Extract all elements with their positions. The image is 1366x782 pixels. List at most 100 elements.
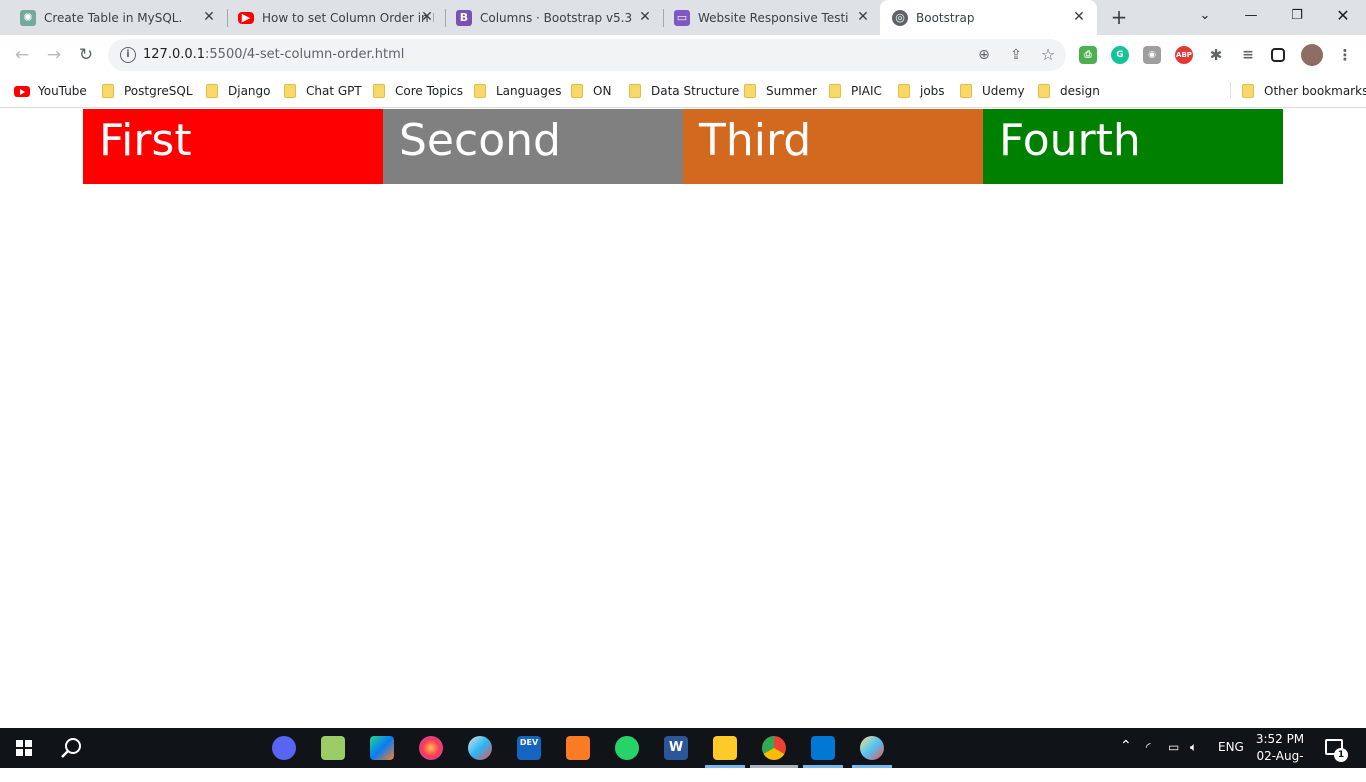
menu-kebab-icon[interactable]: ⋮: [1336, 46, 1354, 64]
taskbar-clock[interactable]: 3:52 PM 02-Aug-23: [1250, 731, 1310, 782]
jetbrains-icon[interactable]: [370, 736, 394, 760]
tab-create-table[interactable]: ✺ Create Table in MySQL. ✕: [0, 0, 227, 35]
forward-button[interactable]: →: [42, 43, 66, 67]
bookmark-design[interactable]: design: [1038, 82, 1100, 100]
chrome-icon[interactable]: [762, 736, 786, 760]
bookmark-other[interactable]: Other bookmarks: [1242, 82, 1366, 100]
volume-icon[interactable]: 🔈︎: [1190, 740, 1197, 755]
bookmark-label: Chat GPT: [306, 84, 362, 98]
column-third: Third: [683, 109, 983, 184]
clock-date: 02-Aug-23: [1256, 749, 1304, 780]
bookmark-udemy[interactable]: Udemy: [960, 82, 1025, 100]
url-text[interactable]: 127.0.0.1:5500/4-set-column-order.html: [143, 47, 404, 62]
tab-title: Website Responsive Testing Tool: [698, 10, 848, 25]
back-button[interactable]: ←: [10, 43, 34, 67]
whatsapp-icon[interactable]: [615, 736, 639, 760]
close-icon[interactable]: ✕: [201, 9, 217, 25]
tab-responsive-testing[interactable]: ▭ Website Responsive Testing Tool ✕: [654, 0, 881, 35]
notepad-plus-icon[interactable]: [321, 736, 345, 760]
tab-title: How to set Column Order in Bootstrap: [262, 10, 434, 25]
bookmark-languages[interactable]: Languages: [474, 82, 561, 100]
xampp-icon[interactable]: [566, 736, 590, 760]
tab-search-button[interactable]: ⌄: [1190, 4, 1220, 28]
bookmark-label: Data Structure: [651, 84, 740, 98]
folder-icon: [206, 84, 218, 98]
bookmark-youtube[interactable]: YouTube: [14, 82, 87, 100]
folder-icon: [474, 84, 486, 98]
notification-count-badge: 1: [1334, 748, 1348, 762]
bookmark-django[interactable]: Django: [206, 82, 271, 100]
printer-extension-icon[interactable]: ⎙: [1079, 46, 1097, 64]
bookmark-postgresql[interactable]: PostgreSQL: [102, 82, 193, 100]
dev-cpp-icon[interactable]: DEV: [517, 736, 541, 760]
tab-title: Columns · Bootstrap v5.3: [480, 10, 633, 25]
bookmark-chat-gpt[interactable]: Chat GPT: [284, 82, 362, 100]
vscode-icon[interactable]: [811, 736, 835, 760]
bookmark-label: PostgreSQL: [124, 84, 193, 98]
bookmarks-divider: [1230, 82, 1231, 98]
bookmark-on[interactable]: ON: [571, 82, 611, 100]
windows-taskbar: DEV W ⌃ ◜ ▭ 🔈︎ ENG 3:52 PM 02-Aug-23 1: [0, 728, 1366, 780]
column-row: First Second Third Fourth: [83, 109, 1283, 184]
battery-icon[interactable]: ▭: [1168, 740, 1179, 754]
adblock-extension-icon[interactable]: ABP: [1175, 46, 1193, 64]
folder-icon: [373, 84, 385, 98]
bookmark-label: Django: [228, 84, 271, 98]
folder-icon: [898, 84, 910, 98]
tab-title: Create Table in MySQL.: [44, 10, 183, 25]
camera-extension-icon[interactable]: ◉: [1143, 46, 1161, 64]
url-path: :5500/4-set-column-order.html: [205, 47, 405, 62]
restore-button[interactable]: ❐: [1282, 4, 1312, 28]
tab-bootstrap-columns[interactable]: B Columns · Bootstrap v5.3 ✕: [436, 0, 663, 35]
profile-avatar[interactable]: [1301, 44, 1323, 66]
close-icon[interactable]: ✕: [419, 9, 435, 25]
folder-icon: [1038, 84, 1050, 98]
firefox-icon[interactable]: [419, 736, 443, 760]
globe-icon: ◎: [892, 9, 908, 26]
paint-icon[interactable]: [860, 736, 884, 760]
tab-column-order-video[interactable]: ▶ How to set Column Order in Bootstrap ✕: [218, 0, 445, 35]
bookmark-piaic[interactable]: PIAIC: [829, 82, 882, 100]
bookmark-jobs[interactable]: jobs: [898, 82, 945, 100]
tab-bootstrap-active[interactable]: ◎ Bootstrap ✕: [880, 0, 1097, 35]
close-icon[interactable]: ✕: [855, 9, 871, 25]
close-icon[interactable]: ✕: [1071, 9, 1087, 25]
bookmark-data-structure[interactable]: Data Structure: [629, 82, 739, 100]
new-tab-button[interactable]: +: [1108, 6, 1130, 28]
share-icon[interactable]: ⇪: [1006, 45, 1026, 65]
minimize-button[interactable]: —: [1236, 4, 1266, 28]
bookmark-label: PIAIC: [851, 84, 882, 98]
bookmark-star-icon[interactable]: ☆: [1038, 45, 1058, 65]
bookmark-summer[interactable]: Summer: [744, 82, 817, 100]
bootstrap-icon: B: [456, 9, 472, 26]
windows-start-icon[interactable]: [16, 740, 32, 756]
address-bar[interactable]: i 127.0.0.1:5500/4-set-column-order.html…: [108, 39, 1066, 71]
zoom-icon[interactable]: ⊕: [974, 45, 994, 65]
grammarly-extension-icon[interactable]: G: [1111, 46, 1129, 64]
reload-button[interactable]: ↻: [74, 43, 98, 67]
show-hidden-icons-chevron[interactable]: ⌃: [1120, 738, 1132, 754]
close-icon[interactable]: ✕: [637, 9, 653, 25]
close-window-button[interactable]: ✕: [1328, 4, 1358, 28]
site-info-icon[interactable]: i: [120, 47, 136, 63]
bookmarks-bar: YouTube PostgreSQL Django Chat GPT Core …: [0, 75, 1366, 108]
clock-time: 3:52 PM: [1255, 732, 1305, 746]
language-indicator[interactable]: ENG: [1218, 740, 1244, 754]
search-icon[interactable]: [60, 736, 84, 760]
folder-icon: [1242, 84, 1254, 98]
file-explorer-icon[interactable]: [713, 736, 737, 760]
paint-brush-app-icon[interactable]: [468, 736, 492, 760]
folder-icon: [571, 84, 583, 98]
folder-icon: [102, 84, 114, 98]
bookmark-core-topics[interactable]: Core Topics: [373, 82, 463, 100]
discord-icon[interactable]: [272, 736, 296, 760]
wifi-icon[interactable]: ◜: [1146, 740, 1151, 754]
bookmark-label: Summer: [766, 84, 817, 98]
reading-list-icon[interactable]: ≡: [1239, 46, 1257, 64]
side-panel-icon[interactable]: [1271, 48, 1285, 62]
column-first: First: [83, 109, 383, 184]
extensions-puzzle-icon[interactable]: ✱: [1207, 46, 1225, 64]
word-icon[interactable]: W: [664, 736, 688, 760]
responsive-icon: ▭: [674, 9, 690, 26]
folder-icon: [829, 84, 841, 98]
